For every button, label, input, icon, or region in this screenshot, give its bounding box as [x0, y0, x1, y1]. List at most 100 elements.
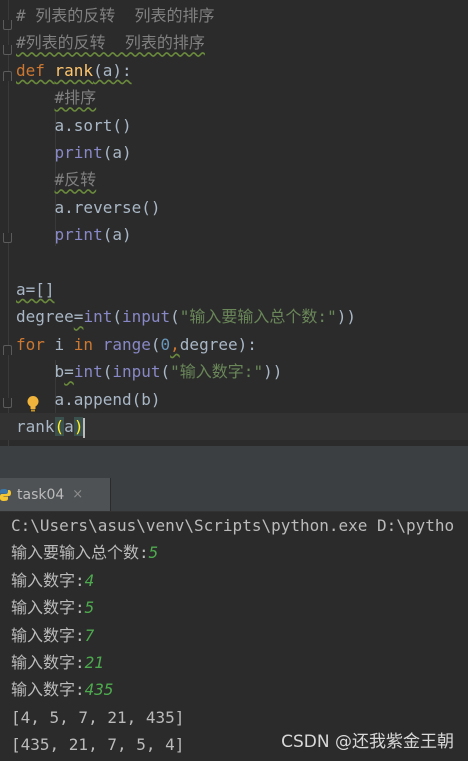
code-line[interactable]: def rank(a):	[16, 57, 132, 84]
code-line[interactable]: b=int(input("输入数字:"))	[16, 358, 283, 385]
console-line: C:\Users\asus\venv\Scripts\python.exe D:…	[11, 512, 454, 539]
code-line[interactable]: for i in range(0,degree):	[16, 331, 257, 358]
lightbulb-icon[interactable]	[26, 395, 40, 413]
console-line: 输入数字:7	[11, 622, 94, 649]
code-token: a.reverse()	[16, 197, 161, 217]
console-text: 输入数字:	[11, 570, 85, 590]
code-token: int	[83, 307, 113, 327]
console-text: [435, 21, 7, 5, 4]	[11, 735, 185, 755]
console-text: 输入要输入总个数:	[11, 543, 149, 563]
code-token: #列表的反转 列表的排序	[16, 33, 205, 53]
code-line[interactable]: a.sort()	[16, 112, 132, 139]
code-token: ))	[263, 362, 283, 382]
code-token: a=[]	[16, 280, 55, 299]
code-token: in	[73, 334, 103, 354]
code-token: )	[73, 417, 84, 436]
code-token: (	[150, 334, 161, 354]
code-token: #排序	[54, 88, 97, 108]
panel-separator	[0, 446, 468, 478]
code-token: degree	[16, 307, 74, 327]
console-text: 输入数字:	[11, 598, 85, 618]
code-token: def	[16, 60, 55, 80]
code-line[interactable]: a=[]	[16, 276, 55, 303]
code-line[interactable]: print(a)	[16, 139, 132, 166]
console-line: 输入数字:4	[11, 567, 94, 594]
code-line[interactable]: # 列表的反转 列表的排序	[16, 2, 215, 29]
fold-marker-icon[interactable]	[3, 45, 12, 55]
run-tab-task04[interactable]: task04 ×	[0, 478, 111, 511]
code-line[interactable]: #反转	[16, 166, 97, 193]
code-token: int	[73, 362, 103, 382]
fold-marker-icon[interactable]	[3, 345, 12, 355]
console-user-input: 21	[84, 653, 104, 672]
code-line[interactable]: rank(a)	[0, 413, 468, 440]
code-line[interactable]: degree=int(input("输入要输入总个数:"))	[16, 303, 356, 330]
code-token: input	[121, 307, 171, 327]
code-token: =	[73, 307, 84, 327]
code-token: range	[102, 334, 151, 354]
code-line[interactable]: #排序	[16, 84, 97, 111]
code-token: "输入要输入总个数:"	[179, 307, 337, 327]
console-text: 输入数字:	[11, 625, 85, 645]
code-token: # 列表的反转 列表的排序	[16, 6, 215, 25]
console-line: [435, 21, 7, 5, 4]	[11, 731, 184, 758]
code-editor[interactable]: # 列表的反转 列表的排序 #列表的反转 列表的排序 def rank(a): #排…	[0, 0, 468, 446]
code-token: i	[54, 334, 74, 354]
code-token: (	[170, 307, 180, 327]
code-token: print	[54, 143, 103, 162]
console-line: 输入数字:435	[11, 676, 114, 703]
watermark: CSDN @还我紫金王朝	[281, 732, 454, 752]
code-token: rank	[54, 60, 94, 80]
console-user-input: 4	[84, 570, 95, 590]
console-text: 输入数字:	[11, 680, 85, 700]
code-token: (a):	[93, 60, 132, 80]
code-line[interactable]: a.reverse()	[16, 194, 161, 221]
code-token: (	[54, 417, 65, 436]
gutter	[8, 0, 9, 446]
code-token: (	[112, 307, 122, 327]
code-token: a.sort()	[16, 115, 132, 135]
python-icon	[0, 488, 11, 501]
code-token: (	[102, 362, 113, 382]
console-user-input: 5	[84, 598, 95, 618]
console-user-input: 5	[148, 543, 159, 563]
code-token: =	[64, 362, 74, 382]
code-line[interactable]: #列表的反转 列表的排序	[16, 29, 205, 56]
console-line: 输入数字:21	[11, 649, 104, 676]
code-token: (a)	[102, 225, 132, 245]
text-caret	[83, 417, 86, 438]
console-text: C:\Users\asus\venv\Scripts\python.exe D:…	[11, 516, 455, 535]
console-line: [4, 5, 7, 21, 435]	[11, 704, 184, 731]
code-token: (a)	[102, 143, 132, 162]
code-token: #反转	[54, 170, 97, 190]
code-token: print	[54, 225, 103, 245]
console-user-input: 435	[84, 680, 114, 700]
code-token: b	[16, 362, 65, 382]
run-console-output[interactable]: C:\Users\asus\venv\Scripts\python.exe D:…	[0, 512, 468, 761]
fold-marker-icon[interactable]	[3, 20, 12, 30]
code-token: (	[160, 362, 171, 382]
code-token: ,	[170, 334, 180, 354]
fold-marker-icon[interactable]	[3, 233, 12, 243]
console-line: 输入数字:5	[11, 594, 94, 621]
code-token: "输入数字:"	[170, 362, 264, 382]
code-token: for	[16, 334, 55, 354]
console-text: 输入数字:	[11, 653, 85, 672]
close-icon[interactable]: ×	[72, 487, 83, 502]
fold-marker-icon[interactable]	[3, 71, 12, 81]
code-token: ))	[336, 307, 356, 327]
code-token: rank	[16, 417, 55, 436]
console-text: [4, 5, 7, 21, 435]	[11, 707, 185, 727]
console-line: 输入要输入总个数:5	[11, 539, 158, 566]
code-token: input	[112, 362, 161, 382]
code-line[interactable]: print(a)	[16, 221, 132, 248]
fold-marker-icon[interactable]	[3, 398, 12, 408]
code-token: a	[64, 417, 74, 436]
run-tab-label: task04	[17, 486, 65, 503]
console-user-input: 7	[84, 625, 95, 645]
run-tool-window-tabs: task04 ×	[0, 478, 468, 512]
